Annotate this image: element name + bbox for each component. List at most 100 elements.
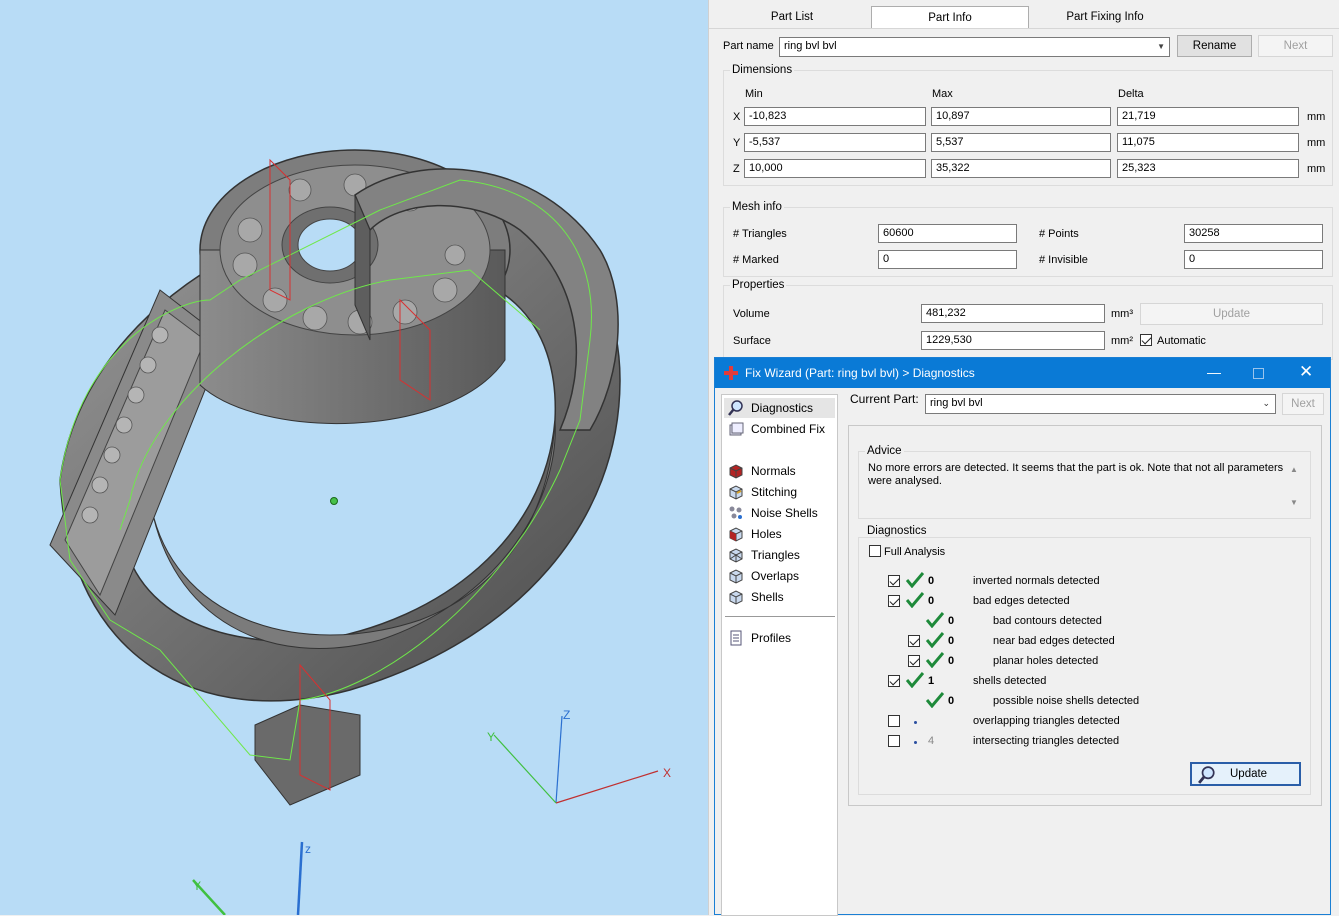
axis-y-row-label: Y bbox=[733, 137, 741, 149]
bad-edges-checkbox[interactable] bbox=[888, 595, 900, 607]
update-button-label: Update bbox=[1230, 768, 1268, 780]
max-header: Max bbox=[932, 88, 953, 100]
x-min-field[interactable]: -10,823 bbox=[744, 107, 926, 126]
maximize-icon[interactable] bbox=[1253, 368, 1264, 379]
chevron-down-icon: ▼ bbox=[1157, 42, 1165, 51]
diagnostics-title: Diagnostics bbox=[865, 525, 929, 537]
overlaps-cube-icon bbox=[729, 569, 743, 584]
intersecting-triangles-checkbox[interactable] bbox=[888, 735, 900, 747]
axis-z2-label: z bbox=[305, 842, 311, 856]
inverted-normals-checkbox[interactable] bbox=[888, 575, 900, 587]
check-icon bbox=[926, 612, 944, 628]
overlapping-triangles-text: overlapping triangles detected bbox=[973, 715, 1120, 727]
next-button[interactable]: Next bbox=[1258, 35, 1333, 57]
near-bad-edges-text: near bad edges detected bbox=[993, 635, 1115, 647]
x-max-field[interactable]: 10,897 bbox=[931, 107, 1111, 126]
surface-unit: mm² bbox=[1111, 335, 1133, 347]
z-unit: mm bbox=[1307, 163, 1326, 175]
volume-label: Volume bbox=[733, 308, 770, 320]
check-icon bbox=[906, 572, 924, 588]
axis-z-label: Z bbox=[563, 708, 570, 722]
planar-holes-text: planar holes detected bbox=[993, 655, 1099, 667]
axis-z-row-label: Z bbox=[733, 163, 740, 175]
y-max-field[interactable]: 5,537 bbox=[931, 133, 1111, 152]
tab-part-fixing-info[interactable]: Part Fixing Info bbox=[1049, 6, 1161, 28]
shells-count: 1 bbox=[928, 675, 935, 687]
automatic-checkbox[interactable] bbox=[1140, 334, 1152, 346]
properties-title: Properties bbox=[730, 279, 787, 291]
scroll-down-icon[interactable]: ▼ bbox=[1290, 498, 1298, 507]
triangles-field[interactable]: 60600 bbox=[878, 224, 1017, 243]
tab-divider bbox=[709, 28, 1339, 29]
wizard-title-bar[interactable]: Fix Wizard (Part: ring bvl bvl) > Diagno… bbox=[715, 358, 1330, 388]
bad-contours-count: 0 bbox=[948, 615, 955, 627]
current-part-value: ring bvl bvl bbox=[930, 397, 983, 409]
axis-y-label: Y bbox=[487, 730, 495, 744]
part-name-label: Part name bbox=[723, 40, 774, 52]
x-delta-field[interactable]: 21,719 bbox=[1117, 107, 1299, 126]
rename-button[interactable]: Rename bbox=[1177, 35, 1252, 57]
noise-shells-icon bbox=[729, 506, 742, 519]
y-unit: mm bbox=[1307, 137, 1326, 149]
invisible-label: # Invisible bbox=[1039, 254, 1088, 266]
volume-field[interactable]: 481,232 bbox=[921, 304, 1105, 323]
z-max-field[interactable]: 35,322 bbox=[931, 159, 1111, 178]
minimize-icon[interactable]: — bbox=[1207, 364, 1221, 380]
triangles-cube-icon bbox=[729, 548, 743, 563]
combined-fix-icon bbox=[729, 422, 744, 436]
mesh-info-title: Mesh info bbox=[730, 201, 784, 213]
part-name-select[interactable]: ring bvl bvl ▼ bbox=[779, 37, 1170, 57]
close-icon[interactable]: ✕ bbox=[1299, 362, 1313, 382]
axis-y2-label: Y bbox=[193, 879, 201, 893]
update-volume-button[interactable]: Update bbox=[1140, 303, 1323, 325]
dot-icon bbox=[914, 721, 917, 724]
overlapping-triangles-checkbox[interactable] bbox=[888, 715, 900, 727]
bad-edges-count: 0 bbox=[928, 595, 935, 607]
red-cross-icon bbox=[724, 366, 738, 380]
near-bad-edges-checkbox[interactable] bbox=[908, 635, 920, 647]
inverted-normals-count: 0 bbox=[928, 575, 935, 587]
bad-contours-text: bad contours detected bbox=[993, 615, 1102, 627]
surface-label: Surface bbox=[733, 335, 771, 347]
check-icon bbox=[906, 672, 924, 688]
stitching-cube-icon bbox=[729, 485, 743, 500]
shells-checkbox[interactable] bbox=[888, 675, 900, 687]
delta-header: Delta bbox=[1118, 88, 1144, 100]
invisible-field[interactable]: 0 bbox=[1184, 250, 1323, 269]
check-icon bbox=[926, 652, 944, 668]
x-unit: mm bbox=[1307, 111, 1326, 123]
fix-wizard-window: Fix Wizard (Part: ring bvl bvl) > Diagno… bbox=[714, 357, 1331, 916]
min-header: Min bbox=[745, 88, 763, 100]
magnifier-icon bbox=[728, 400, 743, 416]
tab-part-list[interactable]: Part List bbox=[742, 6, 842, 28]
pivot-marker[interactable] bbox=[330, 497, 338, 505]
scroll-up-icon[interactable]: ▲ bbox=[1290, 465, 1298, 474]
z-delta-field[interactable]: 25,323 bbox=[1117, 159, 1299, 178]
axis-x-label: X bbox=[663, 766, 671, 780]
points-field[interactable]: 30258 bbox=[1184, 224, 1323, 243]
full-analysis-checkbox[interactable] bbox=[869, 545, 881, 557]
3d-viewport[interactable]: Z X Y z Y bbox=[0, 0, 708, 915]
wizard-next-button[interactable]: Next bbox=[1282, 393, 1324, 415]
z-min-field[interactable]: 10,000 bbox=[744, 159, 926, 178]
shells-cube-icon bbox=[729, 590, 743, 605]
tab-part-info[interactable]: Part Info bbox=[871, 6, 1029, 28]
planar-holes-checkbox[interactable] bbox=[908, 655, 920, 667]
y-delta-field[interactable]: 11,075 bbox=[1117, 133, 1299, 152]
current-part-select[interactable]: ring bvl bvl ⌄ bbox=[925, 394, 1276, 414]
points-label: # Points bbox=[1039, 228, 1079, 240]
advice-title: Advice bbox=[865, 445, 904, 457]
advice-text: No more errors are detected. It seems th… bbox=[868, 462, 1284, 487]
current-part-label: Current Part: bbox=[850, 392, 919, 406]
noise-shells-text: possible noise shells detected bbox=[993, 695, 1140, 707]
y-min-field[interactable]: -5,537 bbox=[744, 133, 926, 152]
surface-field[interactable]: 1229,530 bbox=[921, 331, 1105, 350]
near-bad-edges-count: 0 bbox=[948, 635, 955, 647]
automatic-label: Automatic bbox=[1157, 335, 1206, 347]
check-icon bbox=[926, 692, 944, 708]
update-button[interactable]: Update bbox=[1190, 762, 1301, 786]
dot-icon bbox=[914, 741, 917, 744]
bad-edges-text: bad edges detected bbox=[973, 595, 1070, 607]
planar-holes-count: 0 bbox=[948, 655, 955, 667]
marked-field[interactable]: 0 bbox=[878, 250, 1017, 269]
